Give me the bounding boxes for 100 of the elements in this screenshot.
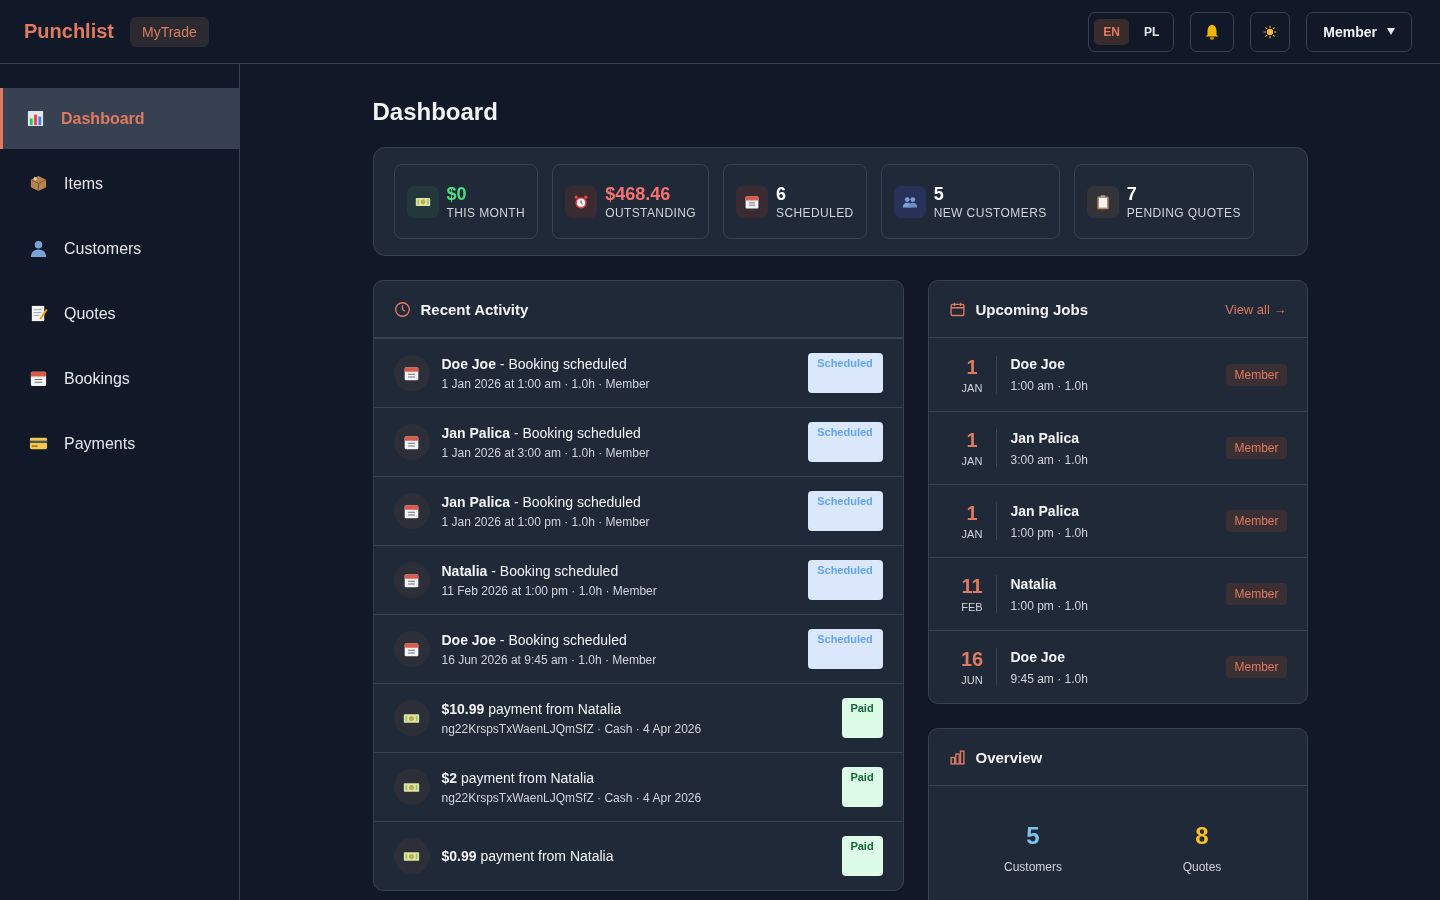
job-detail: 1:00 pm · 1.0h (1010, 598, 1089, 613)
activity-detail: 1 Jan 2026 at 1:00 pm · 1.0h · Member (441, 514, 651, 529)
activity-title: Jan Palica - Booking scheduled (441, 493, 642, 510)
bar-chart-icon (26, 109, 45, 128)
sidebar-item[interactable]: Customers (0, 218, 239, 279)
person-icon (29, 239, 48, 258)
job-day: 1 (966, 502, 978, 525)
sun-icon (1263, 24, 1278, 39)
overview-value: 5 (1026, 822, 1040, 850)
people-icon (893, 185, 926, 218)
status-badge: Scheduled (807, 560, 883, 600)
job-detail: 9:45 am · 1.0h (1010, 671, 1089, 686)
job-day: 1 (966, 355, 978, 379)
overview-label: Quotes (1182, 860, 1222, 874)
job-customer: Doe Joe (1010, 356, 1066, 372)
activity-detail: 1 Jan 2026 at 1:00 am · 1.0h · Member (441, 376, 651, 391)
caret-icon (1387, 28, 1395, 35)
theme-toggle-button[interactable] (1250, 11, 1291, 52)
activity-detail: ng22KrspsTxWaenLJQmSfZ · Cash · 4 Apr 2026 (441, 721, 703, 736)
assignee-tag: Member (1226, 437, 1287, 459)
job-customer: Doe Joe (1010, 648, 1066, 665)
banknote-icon (406, 185, 439, 218)
calendar-icon (948, 300, 966, 318)
banknote-icon (393, 769, 430, 805)
status-badge: Paid (841, 698, 883, 738)
activity-detail: 1 Jan 2026 at 3:00 am · 1.0h · Member (441, 445, 651, 460)
calendar-icon (736, 185, 768, 218)
view-all-link[interactable]: View all → (1225, 301, 1287, 317)
clipboard-icon (1086, 185, 1119, 218)
job-month: JAN (961, 455, 983, 467)
language-option[interactable]: PL (1134, 18, 1169, 45)
banknote-icon (393, 700, 430, 736)
job-month: JAN (961, 528, 983, 540)
assignee-tag: Member (1226, 583, 1287, 605)
card-title: Recent Activity (420, 300, 529, 318)
status-badge: Scheduled (807, 353, 883, 393)
stat-value: $0 (446, 183, 468, 205)
job-month: JAN (961, 381, 983, 394)
alarm-clock-icon (565, 185, 598, 218)
status-badge: Scheduled (807, 491, 883, 531)
stat-value: 5 (933, 183, 945, 205)
activity-title: $0.99 payment from Natalia (441, 848, 615, 864)
calendar-icon (393, 493, 430, 529)
status-badge: Scheduled (807, 422, 883, 462)
status-badge: Paid (841, 767, 883, 807)
job-day: 1 (966, 429, 978, 452)
job-customer: Natalia (1010, 575, 1058, 592)
job-month: FEB (961, 601, 983, 613)
activity-detail: 11 Feb 2026 at 1:00 pm · 1.0h · Member (441, 583, 658, 598)
activity-detail: 16 Jun 2026 at 9:45 am · 1.0h · Member (441, 652, 658, 667)
activity-detail: ng22KrspsTxWaenLJQmSfZ · Cash · 4 Apr 2026 (441, 790, 703, 805)
notifications-button[interactable] (1190, 11, 1235, 52)
activity-title: Natalia - Booking scheduled (441, 562, 620, 579)
overview-label: Customers (1004, 860, 1062, 874)
job-month: JUN (961, 674, 983, 686)
memo-icon (29, 304, 48, 323)
user-menu-button[interactable]: Member (1306, 11, 1412, 52)
card-title: Overview (975, 748, 1043, 766)
calendar-icon (393, 562, 430, 598)
language-option[interactable]: EN (1094, 18, 1129, 45)
calendar-icon (29, 369, 48, 388)
assignee-tag: Member (1226, 510, 1287, 532)
card-title: Upcoming Jobs (975, 300, 1088, 318)
sidebar-item[interactable]: Quotes (0, 283, 239, 344)
job-customer: Jan Palica (1010, 429, 1080, 446)
stat-value: 6 (776, 183, 788, 205)
status-badge: Paid (841, 836, 883, 876)
stat-value: 7 (1126, 183, 1138, 205)
stat-value: $468.46 (605, 183, 672, 205)
activity-title: $10.99 payment from Natalia (441, 700, 623, 717)
stat-label: THIS MONTH (446, 205, 526, 220)
activity-title: Doe Joe - Booking scheduled (441, 355, 628, 372)
clock-icon (393, 300, 411, 318)
calendar-icon (393, 424, 430, 460)
overview-value: 8 (1195, 822, 1209, 850)
page-title: Dashboard (372, 97, 499, 127)
job-detail: 1:00 pm · 1.0h (1010, 525, 1089, 540)
sidebar-item[interactable]: Bookings (0, 348, 239, 409)
activity-title: $2 payment from Natalia (441, 769, 596, 786)
job-detail: 3:00 am · 1.0h (1010, 452, 1089, 467)
stat-label: NEW CUSTOMERS (933, 205, 1047, 220)
assignee-tag: Member (1226, 363, 1287, 386)
job-day: 11 (961, 575, 983, 598)
calendar-icon (393, 355, 430, 391)
bar-chart-icon (948, 748, 966, 766)
job-day: 16 (960, 648, 984, 671)
app-logo[interactable]: Punchlist (24, 20, 114, 43)
activity-title: Doe Joe - Booking scheduled (441, 631, 628, 648)
activity-title: Jan Palica - Booking scheduled (441, 424, 642, 441)
package-icon (29, 174, 48, 193)
status-badge: Scheduled (807, 629, 883, 669)
sidebar-item[interactable]: Payments (0, 413, 239, 474)
stat-label: OUTSTANDING (605, 205, 696, 220)
job-detail: 1:00 am · 1.0h (1010, 379, 1089, 393)
workspace-badge: MyTrade (130, 16, 209, 47)
job-customer: Jan Palica (1010, 502, 1080, 519)
calendar-icon (393, 631, 430, 667)
stat-label: PENDING QUOTES (1126, 205, 1241, 220)
sidebar-item[interactable]: Items (0, 153, 239, 214)
banknote-icon (393, 838, 430, 874)
